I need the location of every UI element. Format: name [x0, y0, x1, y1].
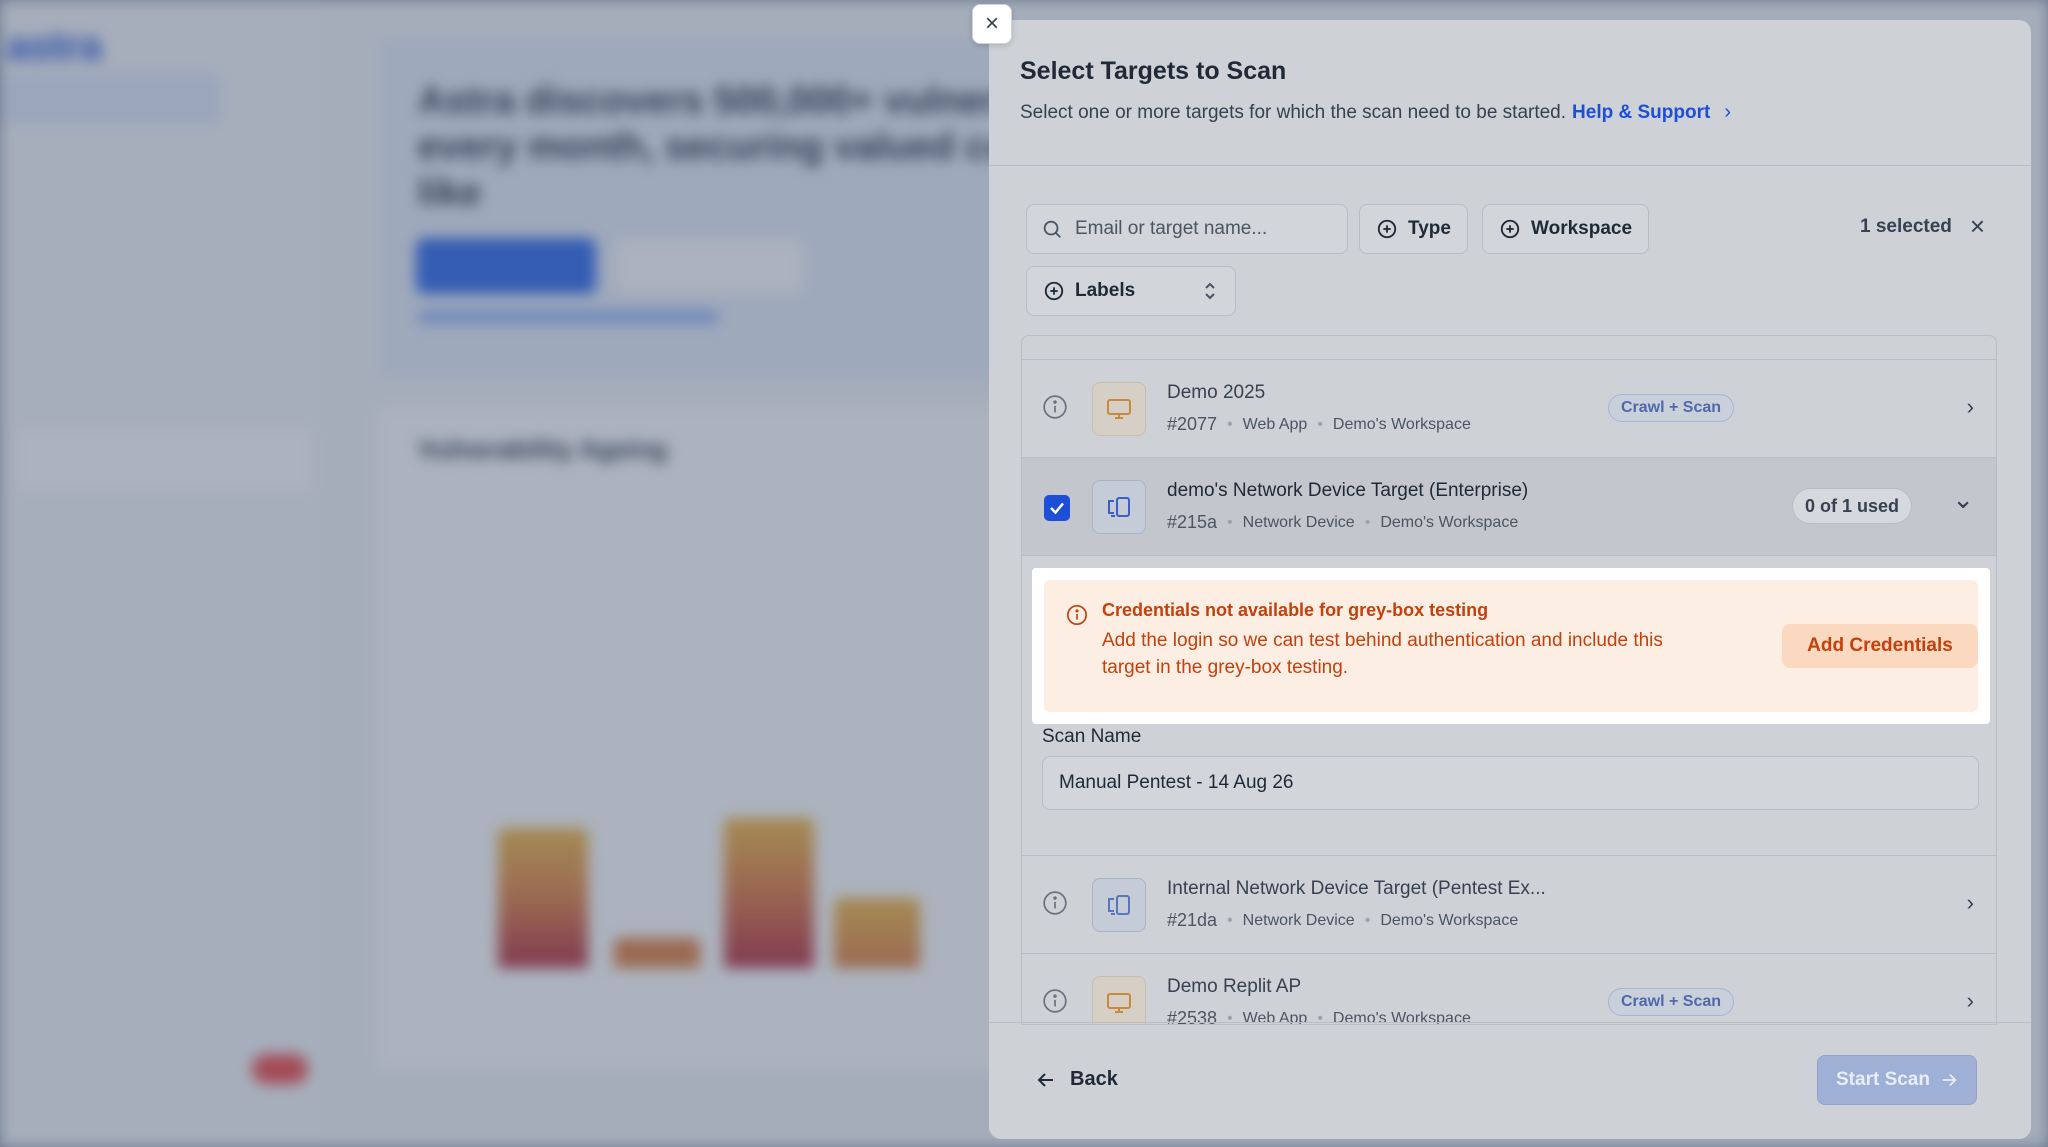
selected-target-details: Credentials not available for grey-box t…: [1022, 556, 1996, 856]
labels-filter-button[interactable]: Labels: [1026, 266, 1236, 316]
separator-dot: •: [1317, 415, 1323, 433]
separator-dot: •: [1364, 513, 1371, 531]
target-id: #215a: [1167, 512, 1218, 532]
web-app-thumbnail: [1092, 382, 1146, 436]
modal-subtitle: Select one or more targets for which the…: [1020, 101, 1731, 124]
crawl-scan-tag: Crawl + Scan: [1608, 394, 1735, 422]
close-modal-button[interactable]: ×: [972, 4, 1012, 44]
workspace-filter-button[interactable]: Workspace: [1482, 204, 1650, 254]
target-row-selected[interactable]: demo's Network Device Target (Enterprise…: [1022, 458, 1996, 556]
target-name: Demo Replit AP: [1167, 976, 1302, 997]
target-id: #2077: [1167, 414, 1218, 434]
separator-dot: •: [1227, 415, 1233, 433]
target-checkbox-checked[interactable]: [1044, 495, 1070, 521]
target-meta: #215a • Network Device • Demo's Workspac…: [1167, 512, 1518, 533]
list-row-partial: [1022, 336, 1996, 360]
target-row[interactable]: Demo Replit AP #2538 • Web App • Demo's …: [1022, 954, 1996, 1024]
crawl-scan-tag: Crawl + Scan: [1608, 988, 1735, 1016]
search-icon: [1043, 220, 1061, 238]
help-support-link[interactable]: Help & Support: [1572, 102, 1710, 124]
target-id: #21da: [1167, 910, 1218, 930]
target-type: Network Device: [1242, 513, 1355, 531]
modal-subtitle-text: Select one or more targets for which the…: [1020, 101, 1567, 123]
target-type: Web App: [1242, 415, 1308, 433]
plus-circle-icon: [1377, 219, 1397, 239]
target-meta: #2077 • Web App • Demo's Workspace: [1167, 414, 1471, 435]
start-scan-label: Start Scan: [1836, 1069, 1930, 1090]
labels-filter-label: Labels: [1075, 280, 1136, 301]
monitor-icon: [1107, 399, 1131, 419]
search-field[interactable]: [1026, 204, 1348, 254]
selected-count: 1 selected: [1860, 215, 1952, 237]
devices-icon: [1108, 895, 1130, 915]
chevron-right-icon: ›: [1724, 101, 1731, 123]
footer-divider: [989, 1022, 2031, 1023]
check-icon: [1050, 502, 1064, 515]
workspace-filter-label: Workspace: [1531, 218, 1633, 239]
search-input[interactable]: [1075, 218, 1335, 240]
plus-circle-icon: [1044, 281, 1064, 301]
credentials-alert-highlight: Credentials not available for grey-box t…: [1032, 568, 1990, 724]
selection-summary: 1 selected ×: [1860, 211, 1985, 242]
type-filter-label: Type: [1408, 218, 1451, 239]
target-row[interactable]: Internal Network Device Target (Pentest …: [1022, 856, 1996, 954]
targets-list: Demo 2025 #2077 • Web App • Demo's Works…: [1021, 335, 1997, 1025]
network-device-thumbnail: [1092, 480, 1146, 534]
chevron-right-icon[interactable]: ›: [1967, 890, 1974, 916]
usage-badge: 0 of 1 used: [1792, 488, 1913, 524]
back-button[interactable]: Back: [1036, 1068, 1118, 1091]
credentials-alert: Credentials not available for grey-box t…: [1044, 580, 1978, 712]
alert-text: Add the login so we can test behind auth…: [1102, 630, 1663, 678]
web-app-thumbnail: [1092, 976, 1146, 1024]
arrow-right-icon: [1942, 1073, 1957, 1087]
chevron-down-icon[interactable]: ⌄: [1952, 484, 1974, 515]
separator-dot: •: [1227, 911, 1233, 929]
info-icon: [1067, 605, 1087, 625]
separator-dot: •: [1364, 911, 1371, 929]
start-scan-button[interactable]: Start Scan: [1817, 1055, 1977, 1105]
target-workspace: Demo's Workspace: [1380, 911, 1519, 929]
chevron-right-icon[interactable]: ›: [1967, 394, 1974, 420]
target-meta: #21da • Network Device • Demo's Workspac…: [1167, 910, 1518, 931]
info-icon[interactable]: [1042, 988, 1068, 1014]
target-workspace: Demo's Workspace: [1380, 513, 1519, 531]
plus-circle-icon: [1500, 219, 1520, 239]
arrow-left-icon: [1037, 1072, 1053, 1087]
target-name: demo's Network Device Target (Enterprise…: [1167, 480, 1529, 501]
target-row[interactable]: Demo 2025 #2077 • Web App • Demo's Works…: [1022, 360, 1996, 458]
network-device-thumbnail: [1092, 878, 1146, 932]
devices-icon: [1108, 497, 1130, 517]
modal-title: Select Targets to Scan: [1020, 57, 1287, 85]
type-filter-button[interactable]: Type: [1359, 204, 1468, 254]
chevron-right-icon[interactable]: ›: [1967, 988, 1974, 1014]
scan-name-input[interactable]: [1042, 756, 1979, 810]
monitor-icon: [1107, 993, 1131, 1013]
target-name: Demo 2025: [1167, 382, 1266, 403]
target-workspace: Demo's Workspace: [1332, 415, 1471, 433]
clear-selection-icon[interactable]: ×: [1970, 211, 1985, 242]
info-icon[interactable]: [1042, 890, 1068, 916]
chevron-up-down-icon: [1205, 282, 1215, 300]
scan-name-label: Scan Name: [1042, 726, 1142, 747]
separator-dot: •: [1227, 513, 1233, 531]
add-credentials-button[interactable]: Add Credentials: [1782, 624, 1978, 668]
target-name: Internal Network Device Target (Pentest …: [1167, 878, 1546, 899]
info-icon[interactable]: [1042, 394, 1068, 420]
header-divider: [989, 165, 2031, 166]
target-type: Network Device: [1242, 911, 1355, 929]
select-targets-modal: Select Targets to Scan Select one or mor…: [989, 20, 2031, 1139]
alert-title: Credentials not available for grey-box t…: [1102, 600, 1489, 620]
back-label: Back: [1070, 1068, 1118, 1090]
